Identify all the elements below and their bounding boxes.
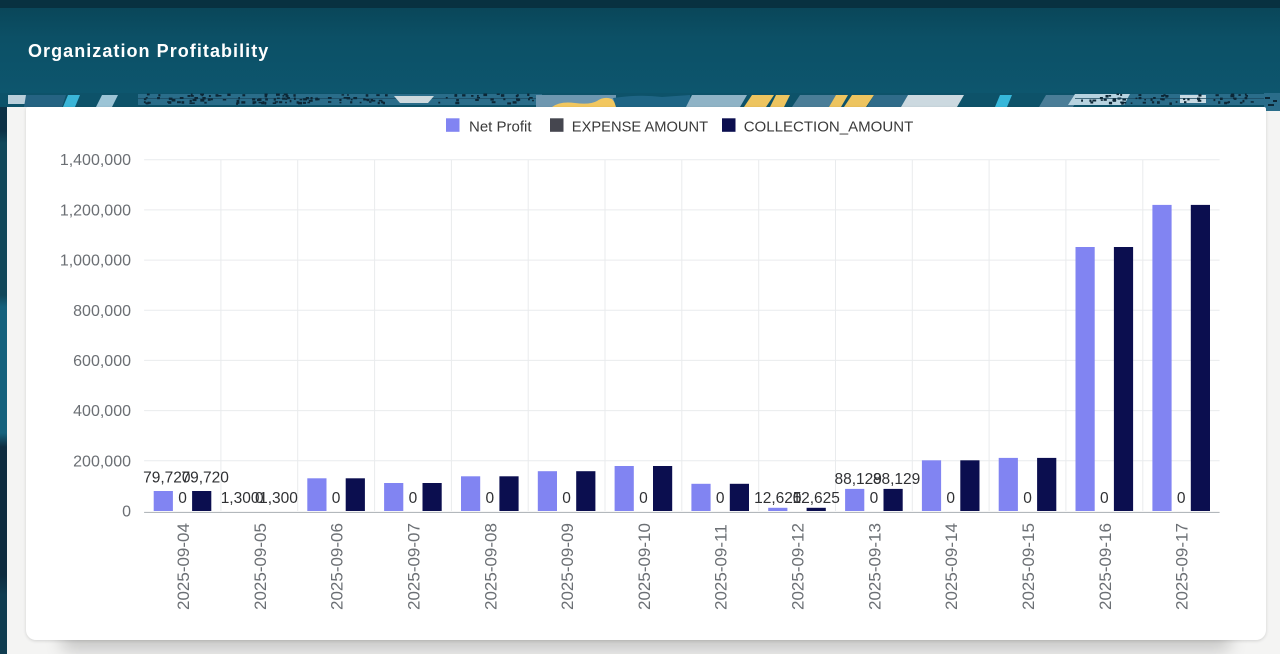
svg-text:2025-09-12: 2025-09-12 xyxy=(789,523,808,610)
svg-text:2025-09-05: 2025-09-05 xyxy=(251,523,270,610)
svg-text:0: 0 xyxy=(409,490,418,507)
svg-text:79,720: 79,720 xyxy=(181,470,229,487)
svg-text:EXPENSE AMOUNT: EXPENSE AMOUNT xyxy=(572,119,708,136)
svg-text:1,200,000: 1,200,000 xyxy=(60,202,131,219)
svg-text:1,300: 1,300 xyxy=(259,490,298,507)
svg-text:2025-09-15: 2025-09-15 xyxy=(1019,523,1038,610)
svg-text:2025-09-09: 2025-09-09 xyxy=(558,523,577,610)
svg-text:2025-09-08: 2025-09-08 xyxy=(481,523,500,610)
svg-text:2025-09-14: 2025-09-14 xyxy=(942,523,961,610)
svg-text:800,000: 800,000 xyxy=(73,303,131,320)
svg-text:0: 0 xyxy=(946,490,955,507)
svg-text:2025-09-11: 2025-09-11 xyxy=(712,524,731,610)
svg-text:Net Profit: Net Profit xyxy=(469,119,532,136)
svg-text:0: 0 xyxy=(1100,490,1109,507)
svg-text:2025-09-16: 2025-09-16 xyxy=(1096,523,1115,610)
svg-text:88,129: 88,129 xyxy=(873,471,920,488)
svg-text:0: 0 xyxy=(485,490,494,507)
svg-text:2025-09-10: 2025-09-10 xyxy=(635,523,654,610)
svg-text:1,300: 1,300 xyxy=(221,490,260,507)
svg-text:0: 0 xyxy=(1177,490,1186,507)
svg-text:0: 0 xyxy=(870,490,879,507)
svg-text:0: 0 xyxy=(332,490,341,507)
svg-text:0: 0 xyxy=(716,490,725,507)
svg-text:1,400,000: 1,400,000 xyxy=(60,152,131,169)
svg-text:2025-09-04: 2025-09-04 xyxy=(174,523,193,610)
svg-text:0: 0 xyxy=(122,504,131,521)
svg-text:2025-09-17: 2025-09-17 xyxy=(1173,523,1192,610)
svg-text:400,000: 400,000 xyxy=(73,403,131,420)
svg-text:2025-09-06: 2025-09-06 xyxy=(328,523,347,610)
svg-text:0: 0 xyxy=(562,490,571,507)
svg-text:0: 0 xyxy=(178,490,187,507)
svg-text:2025-09-13: 2025-09-13 xyxy=(865,523,884,610)
svg-text:0: 0 xyxy=(1023,490,1032,507)
svg-text:200,000: 200,000 xyxy=(73,453,131,470)
svg-text:1,000,000: 1,000,000 xyxy=(60,253,131,270)
svg-text:600,000: 600,000 xyxy=(73,353,131,370)
svg-text:COLLECTION_AMOUNT: COLLECTION_AMOUNT xyxy=(744,119,914,136)
svg-text:2025-09-07: 2025-09-07 xyxy=(404,523,423,610)
svg-text:0: 0 xyxy=(639,490,648,507)
svg-text:12,625: 12,625 xyxy=(792,490,839,507)
